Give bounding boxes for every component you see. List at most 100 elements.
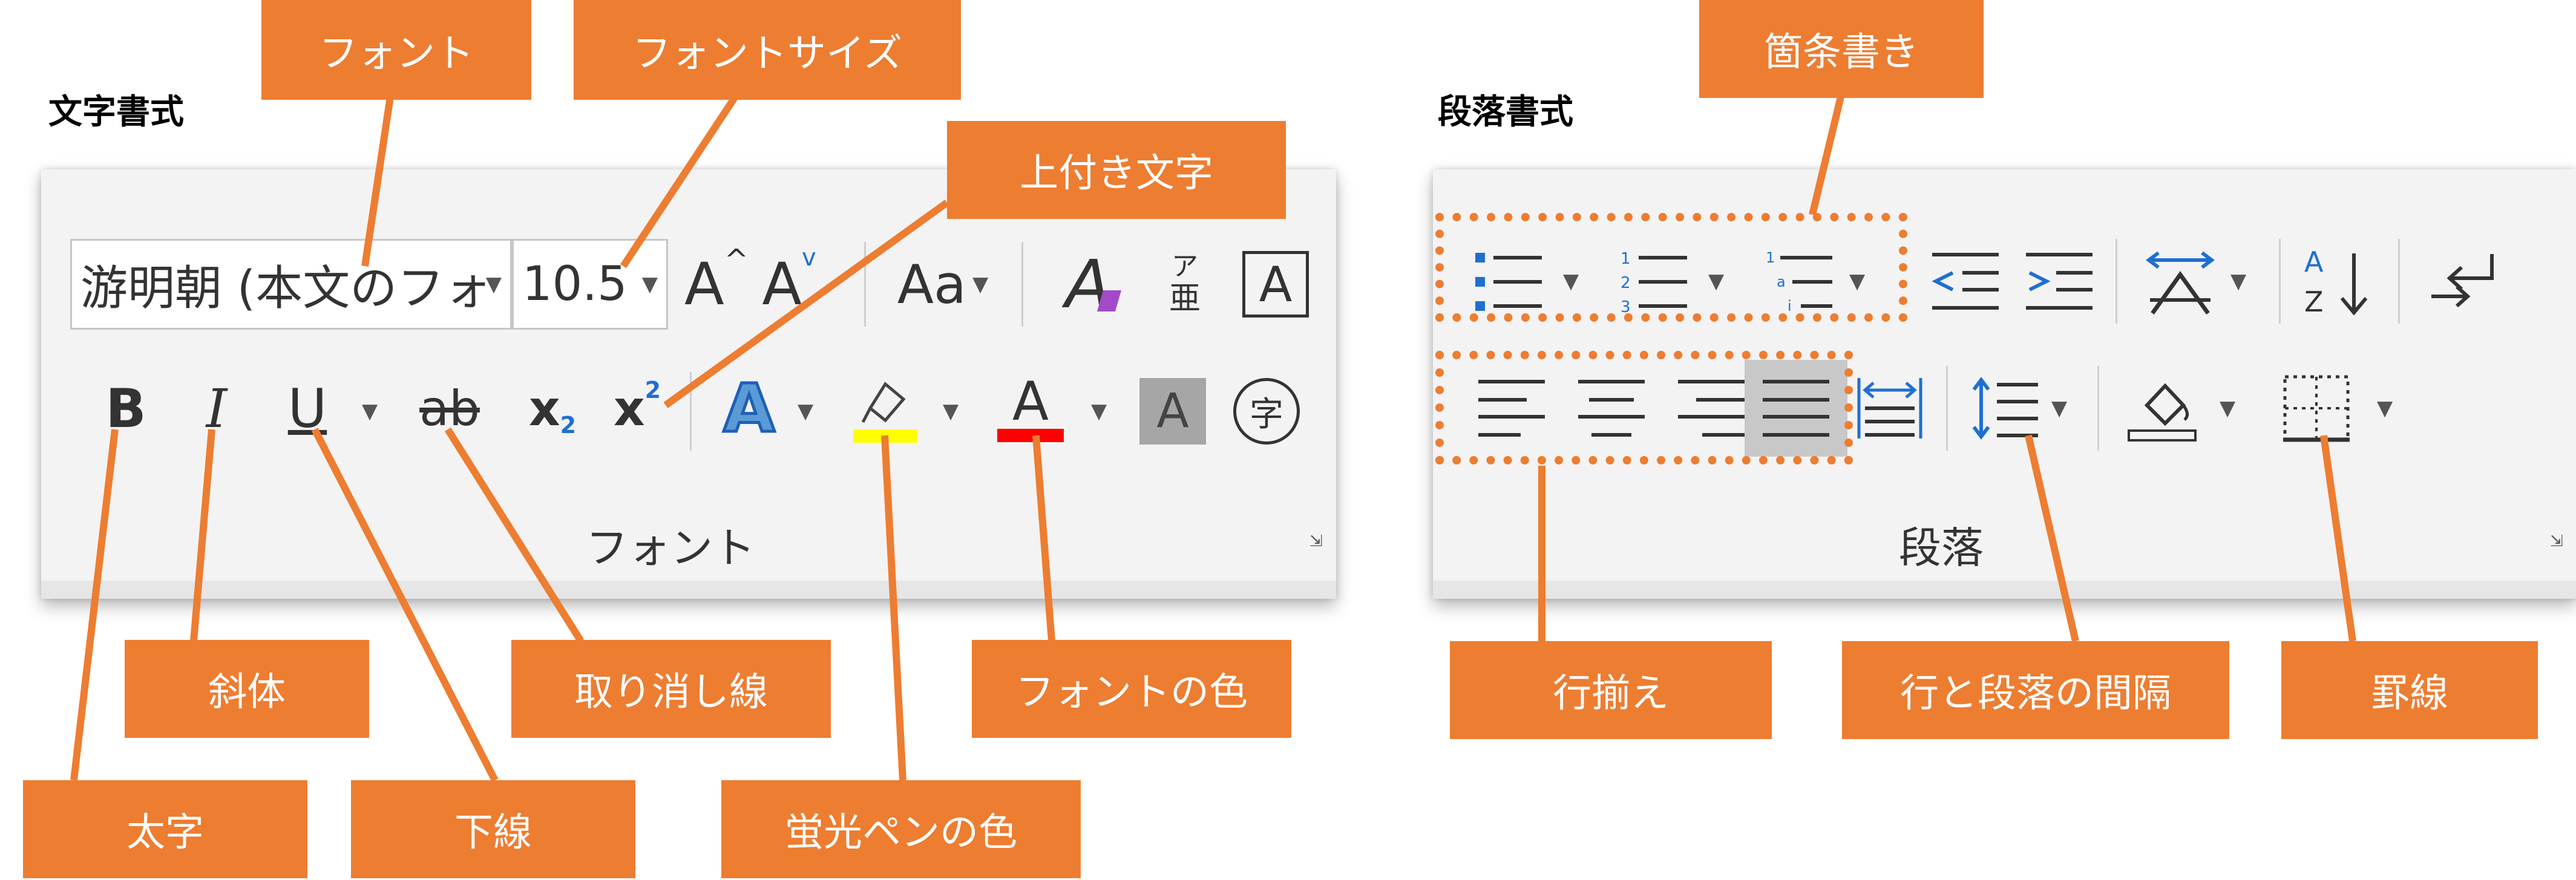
bold-icon: B [105, 377, 146, 440]
bold-button[interactable]: B [96, 369, 156, 448]
separator [864, 242, 866, 327]
superscript-button[interactable]: x2 [604, 369, 670, 448]
highlighter-icon [853, 382, 917, 443]
change-case-button[interactable]: Aa ▼ [885, 242, 1000, 327]
paragraph-mark-icon [2431, 254, 2494, 308]
chevron-down-icon[interactable]: ▼ [2230, 269, 2246, 293]
separator [1021, 242, 1023, 327]
separator [2116, 239, 2117, 324]
chevron-down-icon[interactable]: ▼ [943, 399, 959, 423]
eraser-icon [1097, 290, 1121, 311]
phonetic-guide-base: 亜 [1168, 281, 1201, 317]
shading-button[interactable] [2123, 363, 2207, 454]
callout-bold: 太字 [23, 780, 307, 878]
subscript-button[interactable]: x2 [519, 369, 586, 448]
italic-icon: I [206, 377, 228, 440]
line-spacing-icon [1972, 377, 2038, 440]
font-size-value: 10.5 [522, 257, 628, 311]
bullets-highlight-box [1435, 213, 1907, 322]
font-group-label: フォント [586, 523, 755, 573]
callout-highlight: 蛍光ペンの色 [721, 780, 1081, 878]
paint-bucket-icon [2128, 383, 2197, 442]
superscript-mark: 2 [644, 377, 661, 403]
decrease-indent-button[interactable] [1926, 239, 2005, 324]
asian-layout-icon [2146, 251, 2215, 315]
phonetic-guide-ruby: ア [1172, 251, 1198, 282]
separator [2398, 239, 2400, 324]
chevron-down-icon[interactable]: ▼ [1091, 399, 1107, 423]
character-border-button[interactable]: A [1236, 242, 1315, 327]
subscript-icon: x [528, 380, 560, 437]
separator [2097, 366, 2099, 451]
grow-font-icon: A [684, 250, 724, 318]
font-color-bar [997, 429, 1064, 442]
dialog-launcher-icon[interactable]: ⇲ [1307, 532, 1325, 550]
distributed-button[interactable] [1850, 363, 1929, 454]
show-editing-marks-button[interactable] [2419, 236, 2504, 327]
strikethrough-icon: ab [419, 380, 480, 437]
subscript-mark: 2 [560, 412, 577, 438]
chevron-down-icon[interactable]: ▼ [798, 399, 813, 423]
superscript-icon: x [613, 380, 645, 437]
enclose-characters-button[interactable]: 字 [1227, 372, 1306, 451]
underline-button[interactable]: U [271, 369, 344, 448]
decrease-indent-icon [1932, 253, 1999, 310]
highlight-color-button[interactable] [846, 363, 925, 454]
svg-text:A: A [2304, 246, 2324, 278]
chevron-down-icon[interactable]: ▼ [2051, 396, 2067, 420]
paragraph-section-heading: 段落書式 [1438, 93, 1573, 132]
shrink-font-icon: A [762, 250, 802, 318]
font-size-combo[interactable]: 10.5 ▼ [512, 239, 668, 330]
dialog-launcher-icon[interactable]: ⇲ [2548, 532, 2566, 550]
underline-icon: U [287, 377, 327, 440]
callout-align: 行揃え [1450, 641, 1772, 739]
callout-bullets: 箇条書き [1699, 0, 1984, 98]
callout-font-color: フォントの色 [972, 640, 1291, 738]
sort-button[interactable]: A Z [2298, 236, 2377, 327]
font-name-combo[interactable]: 游明朝 (本文のフォ ▼ [70, 239, 512, 330]
callout-line-spacing: 行と段落の間隔 [1842, 641, 2229, 739]
separator [690, 372, 692, 451]
callout-superscript: 上付き文字 [947, 121, 1286, 219]
borders-button[interactable] [2274, 363, 2359, 454]
chevron-down-icon[interactable]: ▼ [641, 272, 658, 296]
line-spacing-button[interactable] [1965, 363, 2044, 454]
borders-icon [2283, 375, 2350, 442]
sort-icon: A Z [2304, 246, 2368, 318]
chevron-down-icon[interactable]: ▼ [972, 272, 988, 296]
change-case-label: Aa [897, 253, 966, 316]
chevron-down-icon[interactable]: ▼ [2220, 396, 2235, 420]
shrink-font-button[interactable]: Av [753, 242, 825, 327]
character-shading-button[interactable]: A [1139, 378, 1206, 445]
callout-font: フォント [261, 0, 531, 100]
increase-indent-button[interactable] [2020, 239, 2099, 324]
increase-indent-icon [2026, 253, 2093, 310]
text-effects-button[interactable]: A [713, 363, 785, 454]
character-shading-icon: A [1156, 384, 1189, 438]
italic-button[interactable]: I [186, 369, 247, 448]
chevron-down-icon[interactable]: ▼ [485, 272, 502, 296]
chevron-down-icon[interactable]: ▼ [362, 399, 378, 423]
separator [1946, 366, 1948, 451]
callout-font-size: フォントサイズ [574, 0, 961, 100]
font-color-button[interactable]: A [991, 363, 1070, 454]
separator [2279, 239, 2281, 324]
callout-underline: 下線 [351, 780, 635, 878]
font-color-icon: A [1012, 370, 1049, 432]
font-section-heading: 文字書式 [48, 93, 184, 132]
alignment-highlight-box [1435, 351, 1853, 464]
character-border-icon: A [1242, 251, 1309, 318]
svg-text:Z: Z [2304, 285, 2324, 318]
font-name-value: 游明朝 (本文のフォ [80, 261, 492, 316]
asian-layout-button[interactable] [2135, 236, 2226, 327]
strikethrough-button[interactable]: ab [404, 369, 495, 448]
phonetic-guide-button[interactable]: ア 亜 [1149, 239, 1221, 330]
chevron-down-icon[interactable]: ▼ [2377, 396, 2393, 420]
enclose-characters-icon: 字 [1233, 378, 1300, 445]
grow-font-button[interactable]: A ^ [680, 242, 753, 327]
clear-formatting-button[interactable]: A [1040, 236, 1136, 333]
caret-up-icon: ^ [724, 243, 749, 277]
callout-borders: 罫線 [2281, 641, 2538, 739]
text-effects-icon: A [722, 368, 776, 449]
caret-down-icon: v [802, 244, 816, 272]
